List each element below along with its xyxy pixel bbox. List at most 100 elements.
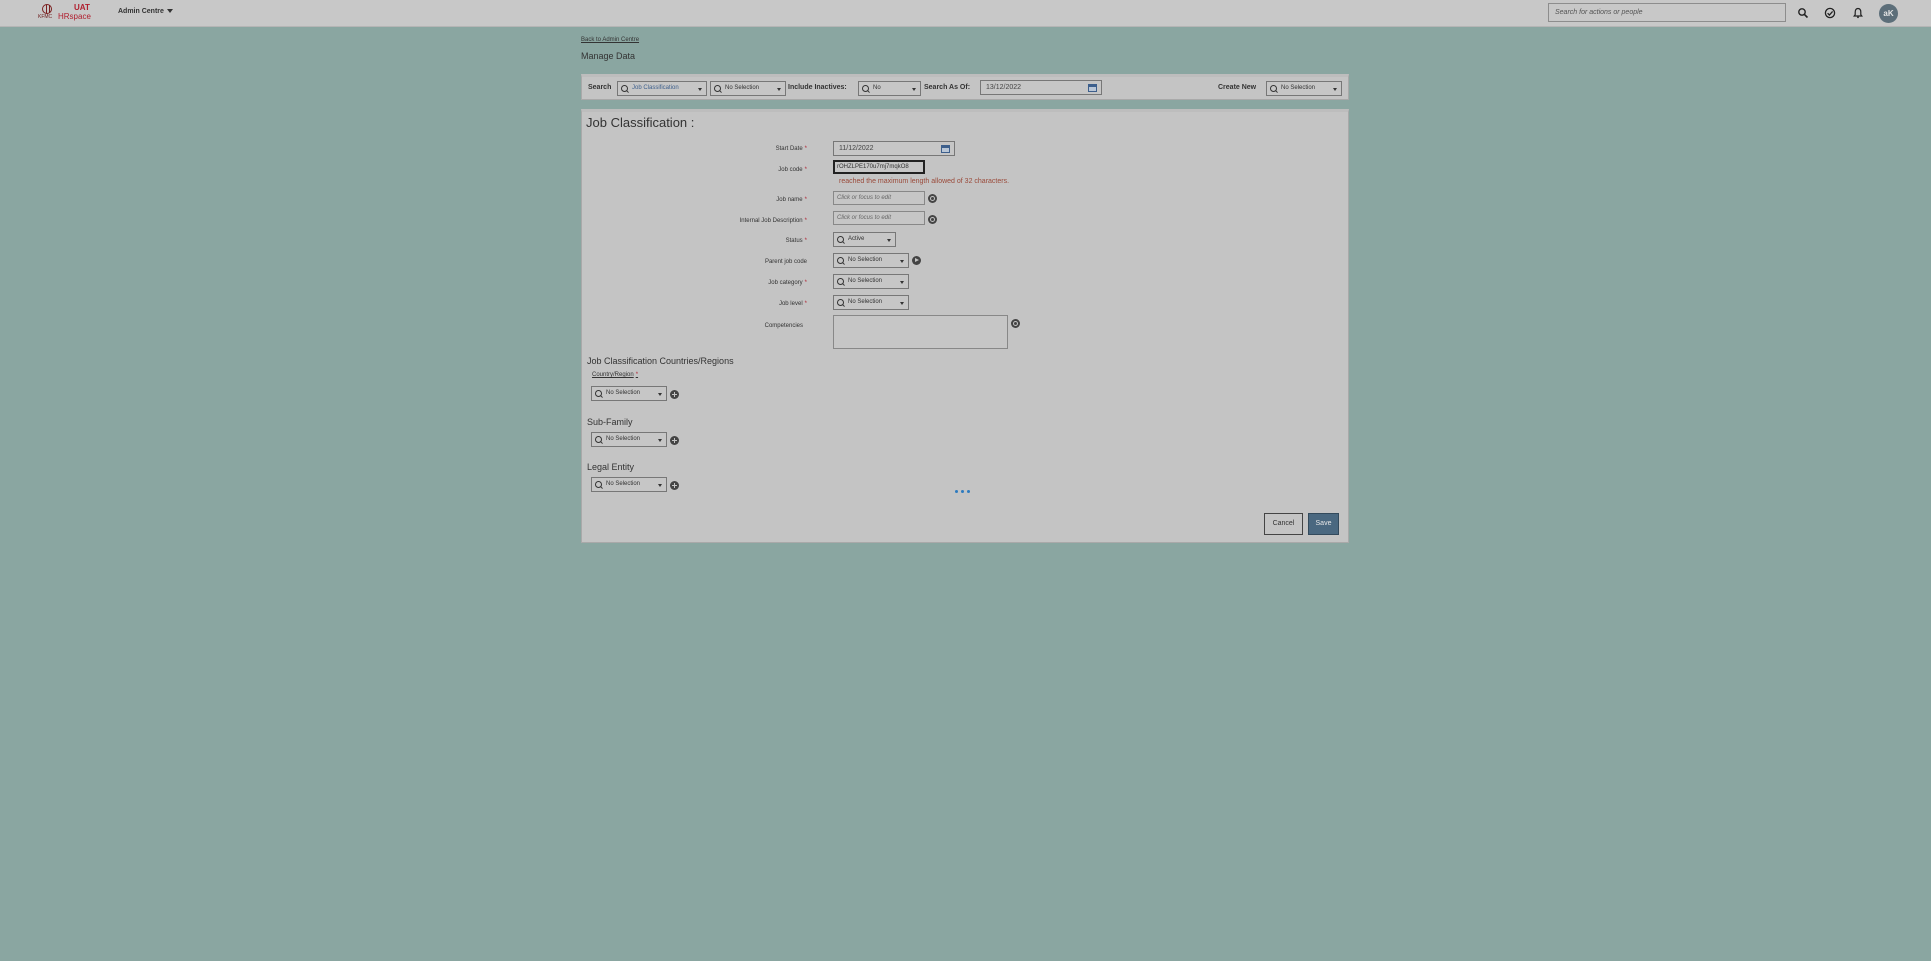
chevron-down-icon	[887, 239, 891, 242]
country-region-column-header: Country/Region *	[592, 372, 638, 378]
required-marker: *	[804, 167, 807, 173]
competencies-label: Competencies	[764, 323, 803, 329]
status-label: Status *	[607, 238, 807, 244]
approvals-check-icon[interactable]	[1824, 7, 1836, 19]
search-icon	[837, 299, 844, 306]
search-icon	[837, 278, 844, 285]
add-row-icon[interactable]	[670, 390, 679, 399]
internal-job-description-input[interactable]: Click or focus to edit	[833, 211, 925, 225]
calendar-icon[interactable]	[941, 145, 950, 153]
search-icon	[595, 390, 602, 397]
status-select[interactable]: Active	[833, 232, 896, 247]
job-name-input[interactable]: Click or focus to edit	[833, 191, 925, 205]
chevron-down-icon	[912, 88, 916, 91]
required-marker: *	[804, 218, 807, 224]
chevron-down-icon	[900, 281, 904, 284]
required-marker: *	[804, 238, 807, 244]
search-icon[interactable]	[1797, 7, 1809, 19]
start-date-field[interactable]: 11/12/2022	[833, 141, 955, 156]
translate-icon[interactable]	[928, 194, 937, 203]
chevron-down-icon	[166, 9, 173, 14]
search-as-of-label: Search As Of:	[924, 84, 971, 91]
job-level-label-text: Job level	[778, 301, 803, 307]
sub-family-value: No Selection	[606, 436, 641, 442]
search-icon	[595, 436, 602, 443]
search-icon	[1270, 85, 1277, 92]
job-category-value: No Selection	[848, 278, 883, 284]
start-date-value: 11/12/2022	[839, 145, 874, 152]
include-inactives-select[interactable]: No	[858, 81, 921, 96]
logo-small-text: KFMC	[38, 14, 53, 20]
translate-icon[interactable]	[928, 215, 937, 224]
search-icon	[837, 236, 844, 243]
search-icon	[621, 85, 628, 92]
search-label: Search	[588, 84, 612, 91]
search-icon	[862, 85, 869, 92]
search-type-value: Job Classification	[632, 85, 679, 91]
search-value: No Selection	[725, 85, 760, 91]
create-new-select[interactable]: No Selection	[1266, 81, 1342, 96]
job-code-label-text: Job code	[778, 167, 803, 173]
internal-desc-label-text: Internal Job Description	[739, 218, 803, 224]
create-new-label: Create New	[1218, 84, 1257, 91]
job-classification-form: Job Classification : Start Date * 11/12/2…	[581, 109, 1349, 543]
competencies-field[interactable]	[833, 315, 1008, 349]
job-name-label-text: Job name	[776, 197, 803, 203]
admin-centre-menu[interactable]: Admin Centre	[118, 8, 173, 15]
save-button[interactable]: Save	[1308, 513, 1339, 535]
search-as-of-date-field[interactable]: 13/12/2022	[980, 80, 1102, 95]
status-label-text: Status	[785, 238, 803, 244]
start-date-label: Start Date *	[607, 146, 807, 152]
company-logo[interactable]: KFMC UAT HRspace	[38, 3, 94, 23]
parent-job-code-label: Parent job code	[764, 259, 807, 265]
back-to-admin-centre-link[interactable]: Back to Admin Centre	[581, 37, 639, 43]
chevron-down-icon	[777, 88, 781, 91]
chevron-down-icon	[900, 260, 904, 263]
top-navigation-bar: KFMC UAT HRspace Admin Centre Search for…	[0, 0, 1931, 27]
job-level-label: Job level *	[607, 301, 807, 307]
loading-indicator	[955, 480, 973, 498]
notifications-bell-icon[interactable]	[1852, 7, 1864, 19]
required-marker: *	[804, 146, 807, 152]
country-region-column-text: Country/Region	[592, 372, 634, 378]
country-region-select[interactable]: No Selection	[591, 386, 667, 401]
chevron-down-icon	[900, 302, 904, 305]
job-code-error-message: reached the maximum length allowed of 32…	[839, 178, 1010, 185]
add-row-icon[interactable]	[670, 481, 679, 490]
countries-regions-section-title: Job Classification Countries/Regions	[587, 356, 734, 366]
job-code-input[interactable]: rOHZLPE170u7mj7mqkO8	[833, 160, 925, 174]
search-type-select[interactable]: Job Classification	[617, 81, 707, 96]
translate-icon[interactable]	[1011, 319, 1020, 328]
calendar-icon[interactable]	[1088, 84, 1097, 92]
sub-family-select[interactable]: No Selection	[591, 432, 667, 447]
job-name-label: Job name *	[607, 197, 807, 203]
search-value-select[interactable]: No Selection	[710, 81, 786, 96]
form-title: Job Classification :	[586, 115, 695, 130]
brand-name: HRspace	[58, 12, 91, 21]
global-search-input[interactable]: Search for actions or people	[1548, 3, 1786, 22]
parent-job-code-value: No Selection	[848, 257, 883, 263]
chevron-down-icon	[698, 88, 702, 91]
add-row-icon[interactable]	[670, 436, 679, 445]
job-level-select[interactable]: No Selection	[833, 295, 909, 310]
globe-icon	[42, 4, 52, 14]
required-marker: *	[804, 197, 807, 203]
job-category-label-text: Job category	[768, 280, 803, 286]
chevron-down-icon	[1333, 88, 1337, 91]
search-icon	[837, 257, 844, 264]
cancel-button[interactable]: Cancel	[1264, 513, 1303, 535]
country-region-value: No Selection	[606, 390, 641, 396]
navigate-arrow-icon[interactable]	[912, 256, 921, 265]
job-category-label: Job category *	[607, 280, 807, 286]
user-avatar[interactable]: aK	[1879, 4, 1898, 23]
legal-entity-select[interactable]: No Selection	[591, 477, 667, 492]
parent-job-code-select[interactable]: No Selection	[833, 253, 909, 268]
job-code-label: Job code *	[607, 167, 807, 173]
job-category-select[interactable]: No Selection	[833, 274, 909, 289]
start-date-label-text: Start Date	[775, 146, 803, 152]
search-icon	[595, 481, 602, 488]
search-icon	[714, 85, 721, 92]
include-inactives-label: Include Inactives:	[788, 84, 847, 91]
environment-label: UAT	[74, 3, 90, 12]
include-inactives-value: No	[873, 85, 881, 91]
